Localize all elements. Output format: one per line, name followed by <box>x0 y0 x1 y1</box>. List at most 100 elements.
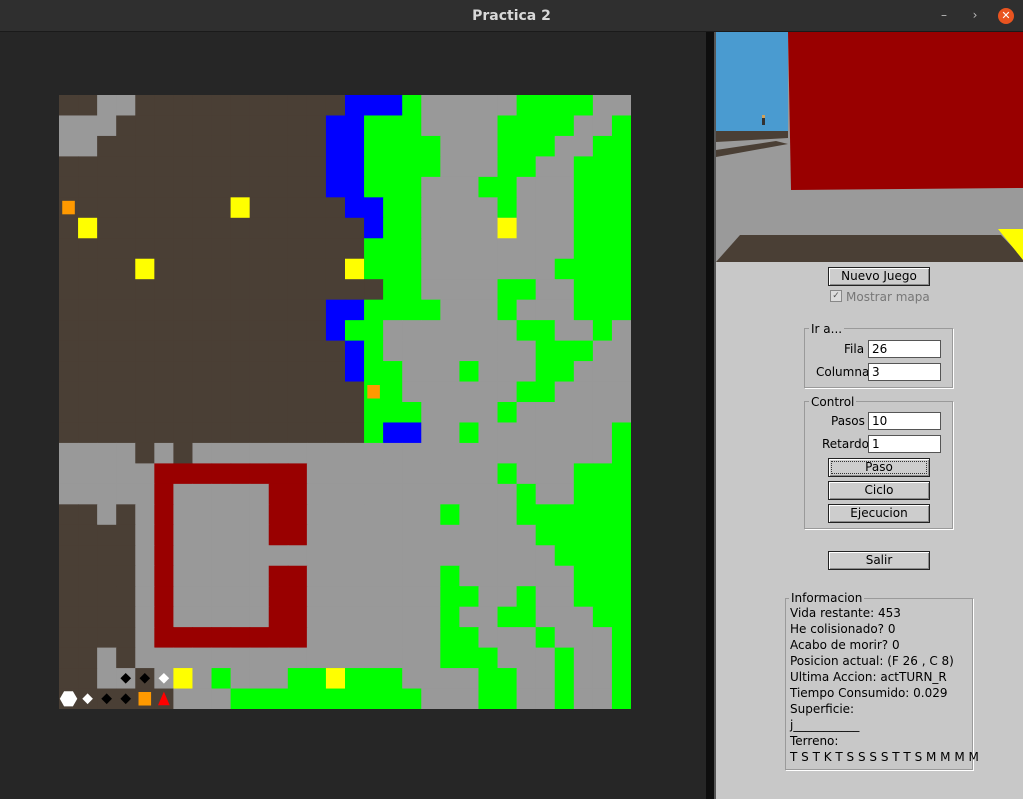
map-cell <box>78 279 98 301</box>
map-cell <box>230 545 251 567</box>
map-cell <box>268 402 289 424</box>
map-cell <box>59 135 79 157</box>
map-cell <box>192 402 213 424</box>
map-cell <box>421 586 441 608</box>
map-cell <box>440 627 460 649</box>
map-cell <box>554 565 575 587</box>
map-cell <box>402 381 422 403</box>
map-cell <box>78 381 98 403</box>
map-cell <box>383 627 403 649</box>
map-cell <box>535 156 556 178</box>
row-input[interactable]: 26 <box>868 340 941 358</box>
show-map-checkbox[interactable]: ✓ <box>830 290 842 302</box>
map-cell <box>421 299 441 321</box>
info-terrain-value: T S T K T S S S S T T S M M M M <box>790 750 979 764</box>
map-cell <box>459 627 480 649</box>
new-game-button[interactable]: Nuevo Juego <box>828 267 930 286</box>
map-cell <box>440 504 460 526</box>
map-cell <box>478 688 499 709</box>
column-input[interactable]: 3 <box>868 363 941 381</box>
map-cell <box>364 504 384 526</box>
map-cell <box>497 606 518 628</box>
map-cell <box>478 565 499 587</box>
map-cell <box>268 320 289 342</box>
map-cell <box>516 402 537 424</box>
map-cell <box>78 361 98 383</box>
map-cell <box>364 115 384 137</box>
map-cell <box>592 627 613 649</box>
exit-button[interactable]: Salir <box>828 551 930 570</box>
map-cell <box>421 524 441 546</box>
map-cell <box>497 95 518 117</box>
map-cell <box>383 197 403 219</box>
map-cell <box>287 299 308 321</box>
delay-input[interactable]: 1 <box>868 435 941 453</box>
map-cell <box>135 586 155 608</box>
map-cell <box>192 463 213 485</box>
map-cell <box>268 668 289 690</box>
map-cell <box>59 442 79 464</box>
map-cell <box>154 381 174 403</box>
map-cell <box>211 381 232 403</box>
map-cell <box>459 258 480 280</box>
map-cell <box>611 463 631 485</box>
map-cell <box>306 565 327 587</box>
map-cell <box>59 463 79 485</box>
map-cell <box>592 238 613 260</box>
map-cell <box>78 258 98 280</box>
map-cell <box>459 668 480 690</box>
map-cell <box>497 135 518 157</box>
map-cell <box>345 381 365 403</box>
map-cell <box>573 565 594 587</box>
map-cell <box>192 688 213 709</box>
map-cell <box>497 176 518 198</box>
map-cell <box>249 524 270 546</box>
map-cell <box>516 115 537 137</box>
map-cell <box>573 688 594 709</box>
map-cell <box>287 402 308 424</box>
map-cell <box>611 115 631 137</box>
map-cell <box>402 115 422 137</box>
map-cell <box>135 504 155 526</box>
map-cell <box>611 422 631 444</box>
step-button[interactable]: Paso <box>828 458 930 477</box>
map-cell <box>345 524 365 546</box>
map-cell <box>116 156 136 178</box>
map-cell <box>554 483 575 505</box>
map-cell <box>97 299 117 321</box>
restore-icon[interactable]: › <box>968 8 982 22</box>
run-button[interactable]: Ejecucion <box>828 504 930 523</box>
map-cell <box>325 483 346 505</box>
map-cell <box>78 545 98 567</box>
map-cell <box>516 95 537 117</box>
map-cell <box>440 463 460 485</box>
map-cell <box>459 95 480 117</box>
column-label: Columna <box>816 365 870 379</box>
map-cell <box>345 463 365 485</box>
map-cell <box>497 402 518 424</box>
map-cell <box>611 217 631 239</box>
map-cell <box>154 545 174 567</box>
map-cell <box>268 606 289 628</box>
minimize-icon[interactable]: – <box>937 8 951 22</box>
map-cell <box>230 504 251 526</box>
map-cell <box>116 135 136 157</box>
map-cell <box>97 258 117 280</box>
map-cell <box>78 586 98 608</box>
map-cell <box>535 238 556 260</box>
map-cell <box>459 422 480 444</box>
cycle-button[interactable]: Ciclo <box>828 481 930 500</box>
map-cell <box>59 483 79 505</box>
map-cell <box>78 565 98 587</box>
map-cell <box>516 279 537 301</box>
map-cell <box>211 135 232 157</box>
close-icon[interactable]: ✕ <box>998 8 1014 24</box>
map-cell <box>268 688 289 709</box>
map-cell <box>192 504 213 526</box>
map-cell <box>440 115 460 137</box>
map-cell <box>516 340 537 362</box>
steps-input[interactable]: 10 <box>868 412 941 430</box>
map-cell <box>249 320 270 342</box>
map-cell <box>554 504 575 526</box>
map-cell <box>478 381 499 403</box>
